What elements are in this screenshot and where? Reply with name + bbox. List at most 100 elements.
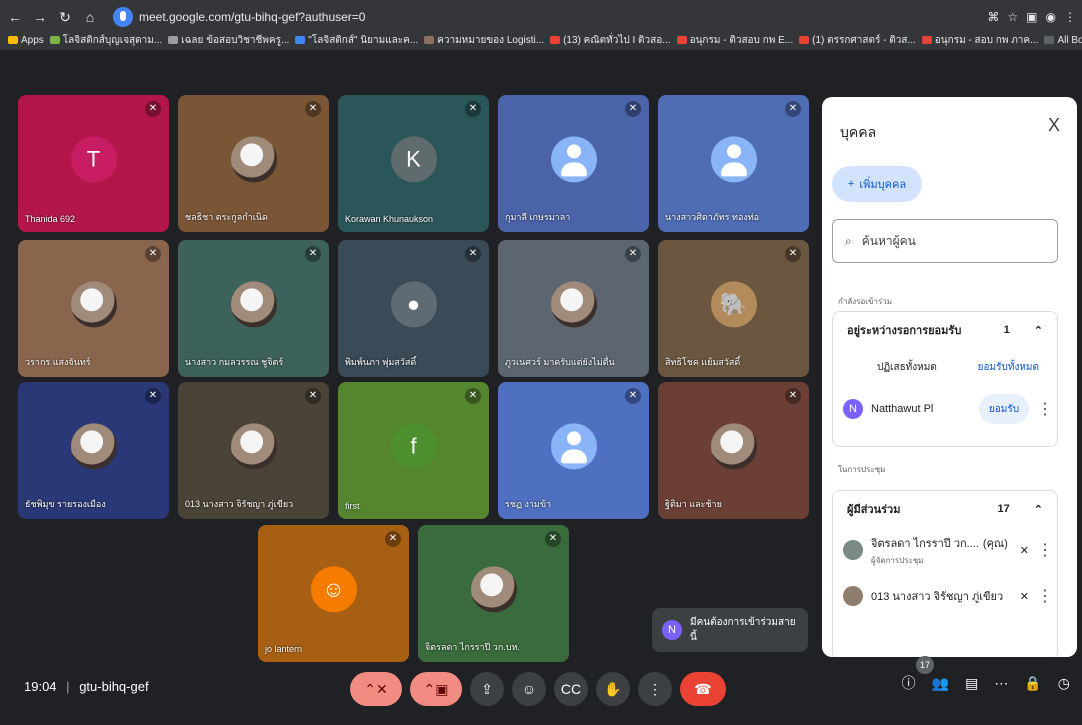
bookmark-item[interactable]: ความหมายของ Logisti... bbox=[424, 33, 544, 48]
bookmark-item[interactable]: อนุกรม - สอบ กพ ภาค... bbox=[921, 33, 1038, 48]
participant-name: นางสาวศิตาภัทร ทองท่อ bbox=[665, 212, 760, 222]
waiting-section-label: กำลังรอเข้าร่วม bbox=[838, 297, 893, 306]
close-icon[interactable]: X bbox=[1048, 115, 1060, 136]
avatar bbox=[70, 280, 117, 327]
activities-icon[interactable]: ⋯ bbox=[994, 675, 1008, 692]
more-options-button[interactable]: ⋮ bbox=[638, 672, 672, 706]
bookmark-item[interactable]: (13) คณิตทั่วไป I ติวสอ... bbox=[550, 33, 671, 48]
raise-hand-button[interactable]: ✋ bbox=[596, 672, 630, 706]
bookmark-item[interactable]: เฉลย ข้อสอบวิชาชีพครู... bbox=[168, 33, 289, 48]
muted-mic-icon: ✕ bbox=[625, 388, 641, 404]
participant-tile[interactable]: ✕ ชลธิชา ตระกูลกำเนิด bbox=[178, 95, 329, 232]
participant-tile[interactable]: ✕ ภูวเนศวร์ มาครับแต่ยังไม่ตื่น bbox=[498, 240, 649, 377]
add-people-button[interactable]: + เพิ่มบุคคล bbox=[832, 166, 922, 202]
add-person-icon: + bbox=[847, 178, 855, 190]
participant-name: พิมพ์นภา พุ่มสวัสดิ์ bbox=[345, 357, 417, 367]
participant-tile[interactable]: ✕ จิตรลดา ไกรราปี วก.บห. bbox=[418, 525, 569, 662]
avatar bbox=[843, 540, 863, 560]
bookmark-item[interactable]: (1) ตรรกศาสตร์ - ติวส... bbox=[799, 33, 916, 48]
avatar: N bbox=[843, 399, 863, 419]
participant-tile[interactable]: 🐘 ✕ สิทธิโชค แย้มสวัสดิ์ bbox=[658, 240, 809, 377]
people-icon[interactable]: 👥 bbox=[932, 675, 949, 692]
translate-icon[interactable]: ⌘ bbox=[987, 10, 999, 24]
chevron-up-icon[interactable]: ⌃ bbox=[1034, 324, 1043, 337]
reload-icon[interactable]: ↻ bbox=[55, 7, 75, 27]
accept-all-button[interactable]: ยอมรับทั้งหมด bbox=[978, 360, 1039, 375]
participant-tile[interactable]: ✕ ฐิติมา และช้าย bbox=[658, 382, 809, 519]
bookmark-star-icon[interactable]: ☆ bbox=[1007, 10, 1018, 24]
avatar: 🐘 bbox=[710, 280, 757, 327]
menu-icon[interactable]: ⋮ bbox=[1064, 10, 1076, 24]
add-people-label: เพิ่มบุคคล bbox=[859, 179, 907, 191]
participant-name: ชลธิชา ตระกูลกำเนิด bbox=[185, 212, 268, 222]
muted-mic-icon: ✕ bbox=[465, 246, 481, 262]
avatar bbox=[550, 280, 597, 327]
more-options-icon[interactable]: ⋮ bbox=[1037, 540, 1053, 560]
avatar: N bbox=[662, 620, 682, 640]
join-request-toast[interactable]: N มีคนต้องการเข้าร่วมสายนี้ bbox=[652, 608, 808, 652]
muted-mic-icon: ✕ bbox=[145, 246, 161, 262]
profile-icon[interactable]: ◉ bbox=[1046, 10, 1056, 24]
participant-tile[interactable]: ✕ นางสาว กมลวรรณ ชูจิตร์ bbox=[178, 240, 329, 377]
participant-tile[interactable]: K ✕ Korawan Khunaukson bbox=[338, 95, 489, 232]
avatar bbox=[843, 586, 863, 606]
bookmark-item[interactable]: อนุกรม - ติวสอบ กพ E... bbox=[676, 33, 793, 48]
mic-button[interactable]: ⌃✕ bbox=[350, 672, 402, 706]
muted-mic-icon: ✕ bbox=[385, 531, 401, 547]
search-icon: ⌕ bbox=[845, 233, 852, 248]
camera-button[interactable]: ⌃▣ bbox=[410, 672, 462, 706]
participant-name: ฐิติมา และช้าย bbox=[665, 499, 722, 509]
chevron-up-icon[interactable]: ⌃ bbox=[1034, 503, 1043, 516]
people-panel: บุคคล X + เพิ่มบุคคล ⌕ ค้นหาผู้คน กำลังร… bbox=[822, 97, 1077, 657]
timer-icon[interactable]: ◷ bbox=[1058, 675, 1070, 692]
participant-tile[interactable]: ✕ กุมาลี เกษรมาลา bbox=[498, 95, 649, 232]
participant-tile[interactable]: ● ✕ พิมพ์นภา พุ่มสวัสดิ์ bbox=[338, 240, 489, 377]
back-icon[interactable]: ← bbox=[5, 7, 25, 27]
bookmark-item[interactable]: All Bookmarks bbox=[1044, 35, 1082, 46]
participants-header[interactable]: ผู้มีส่วนร่วม 17 ⌃ bbox=[833, 491, 1057, 527]
participant-tile[interactable]: ✕ ธัชพิมุข รายรองเมือง bbox=[18, 382, 169, 519]
home-icon[interactable]: ⌂ bbox=[80, 7, 100, 27]
present-button[interactable]: ⇪ bbox=[470, 672, 504, 706]
emoji-button[interactable]: ☺ bbox=[512, 672, 546, 706]
address-bar[interactable]: meet.google.com/gtu-bihq-gef?authuser=0 bbox=[113, 7, 913, 27]
lock-icon[interactable]: 🔒 bbox=[1024, 675, 1041, 692]
bookmark-item[interactable]: โลจิสติกส์บุญเจสุดาม... bbox=[49, 33, 162, 48]
forward-icon[interactable]: → bbox=[30, 7, 50, 27]
muted-mic-icon: ✕ bbox=[625, 101, 641, 117]
waiting-header[interactable]: อยู่ระหว่างรอการยอมรับ 1 ⌃ bbox=[833, 312, 1057, 348]
muted-mic-icon: ✕ bbox=[545, 531, 561, 547]
participant-tile[interactable]: ✕ 013 นางสาว จิรัชญา ภู่เขียว bbox=[178, 382, 329, 519]
chat-icon[interactable]: ▤ bbox=[965, 675, 978, 692]
browser-chrome: ← → ↻ ⌂ meet.google.com/gtu-bihq-gef?aut… bbox=[0, 0, 1082, 50]
muted-mic-icon: ✕ bbox=[145, 101, 161, 117]
avatar: ☺ bbox=[310, 565, 357, 612]
muted-mic-icon: ✕ bbox=[1019, 544, 1029, 557]
participant-tile[interactable]: ✕ นางสาวศิตาภัทร ทองท่อ bbox=[658, 95, 809, 232]
participant-name: Thanida 692 bbox=[25, 214, 76, 224]
search-input[interactable]: ⌕ ค้นหาผู้คน bbox=[832, 219, 1058, 263]
captions-button[interactable]: CC bbox=[554, 672, 588, 706]
participant-tile[interactable]: ✕ วรากร แสงจันทร์ bbox=[18, 240, 169, 377]
more-options-icon[interactable]: ⋮ bbox=[1037, 586, 1053, 606]
participant-tile[interactable]: ✕ รชฏ งามข้า bbox=[498, 382, 649, 519]
muted-mic-icon: ✕ bbox=[305, 388, 321, 404]
participant-tile[interactable]: f ✕ first bbox=[338, 382, 489, 519]
bookmark-item[interactable]: Apps bbox=[8, 35, 44, 46]
participant-name: first bbox=[345, 501, 360, 511]
participant-row: 013 นางสาว จิรัชญา ภู่เขียว ✕ ⋮ bbox=[833, 573, 1057, 619]
waiting-person-row: N Natthawut Pl ยอมรับ ⋮ bbox=[833, 386, 1057, 432]
reject-all-button[interactable]: ปฏิเสธทั้งหมด bbox=[877, 360, 937, 375]
extension-icon[interactable]: ▣ bbox=[1026, 10, 1037, 24]
participant-name: jo lantern bbox=[265, 644, 303, 654]
leave-call-button[interactable]: ☎ bbox=[680, 672, 726, 706]
info-icon[interactable]: ⓘ bbox=[902, 673, 916, 693]
participant-name: จิตรลดา ไกรราปี วก.... bbox=[871, 537, 979, 550]
browser-toolbar: ← → ↻ ⌂ meet.google.com/gtu-bihq-gef?aut… bbox=[0, 5, 1082, 28]
more-options-icon[interactable]: ⋮ bbox=[1037, 399, 1053, 419]
bookmark-item[interactable]: "โลจิสติกส์" นิยามและค... bbox=[295, 33, 418, 48]
participant-tile[interactable]: T ✕ Thanida 692 bbox=[18, 95, 169, 232]
admit-button[interactable]: ยอมรับ bbox=[979, 394, 1029, 424]
participant-tile[interactable]: ☺ ✕ jo lantern bbox=[258, 525, 409, 662]
waiting-count: 1 bbox=[1003, 324, 1010, 336]
